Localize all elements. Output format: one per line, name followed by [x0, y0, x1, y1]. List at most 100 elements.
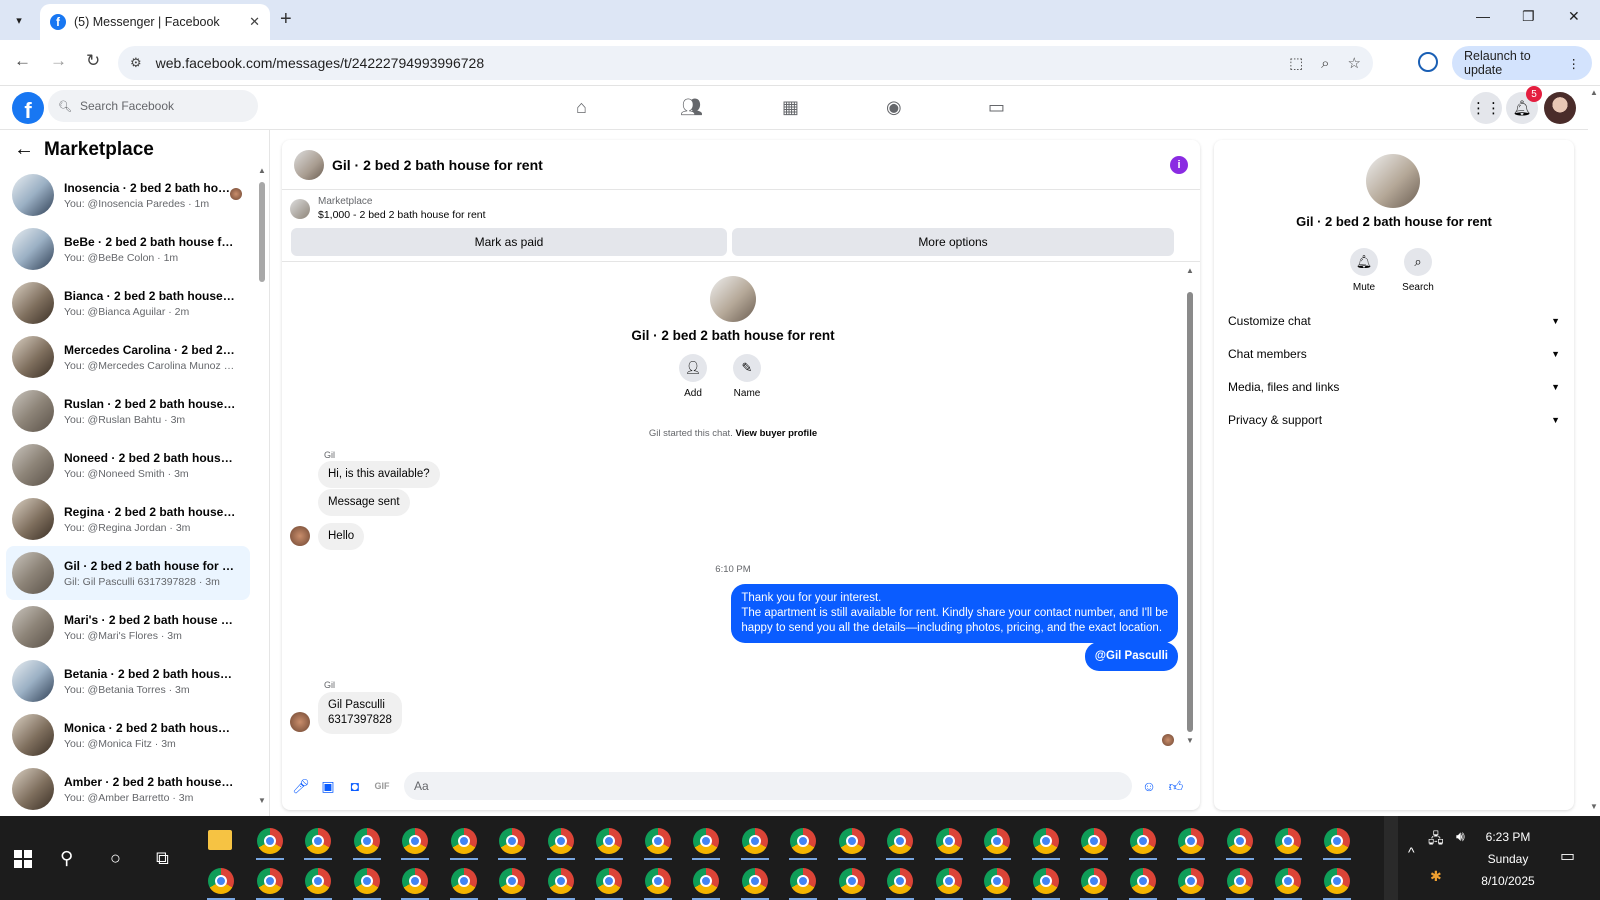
chrome-taskbar-icon[interactable]	[450, 828, 477, 854]
chat-members-item[interactable]: Chat members ▼	[1226, 337, 1562, 370]
reload-icon[interactable]: ↻	[86, 51, 100, 71]
scroll-down-icon[interactable]: ▼	[1186, 736, 1194, 745]
chrome-taskbar-icon[interactable]	[1032, 868, 1059, 894]
forward-icon[interactable]: →	[50, 51, 67, 71]
profile-icon[interactable]	[1418, 52, 1438, 72]
chrome-taskbar-icon[interactable]	[887, 828, 913, 854]
task-view-icon[interactable]: ⧉	[156, 848, 169, 869]
conversation-item-active[interactable]: Gil · 2 bed 2 bath house for rent Gil: Gi…	[6, 546, 250, 600]
gif-icon[interactable]: GIF	[371, 775, 393, 797]
chrome-taskbar-icon[interactable]	[499, 868, 525, 894]
volume-icon[interactable]: 🔊︎	[1456, 828, 1465, 845]
thumbs-up-icon[interactable]: 👍︎	[1165, 775, 1187, 797]
chrome-taskbar-icon[interactable]	[596, 828, 622, 854]
marketplace-icon[interactable]: ▦	[782, 97, 799, 118]
cortana-icon[interactable]: ○	[110, 848, 121, 869]
media-files-links-item[interactable]: Media, files and links ▼	[1226, 370, 1562, 403]
chrome-taskbar-icon[interactable]	[1081, 828, 1107, 854]
scroll-up-icon[interactable]: ▲	[258, 166, 266, 175]
chrome-taskbar-icon[interactable]	[256, 868, 283, 894]
chrome-taskbar-icon[interactable]	[887, 868, 913, 894]
outgoing-mention-message[interactable]: @Gil Pasculli	[1084, 642, 1178, 671]
info-icon[interactable]: i	[1170, 155, 1188, 174]
incoming-message[interactable]: Gil Pasculli 6317397828	[318, 692, 402, 734]
chrome-taskbar-icon[interactable]	[547, 828, 574, 854]
chrome-taskbar-icon[interactable]	[256, 828, 283, 854]
conversation-item[interactable]: Inosencia · 2 bed 2 bath house for rent Y…	[6, 168, 250, 222]
chrome-taskbar-icon[interactable]	[1275, 828, 1301, 854]
menu-grid-icon[interactable]: ⋮⋮	[1470, 92, 1502, 124]
taskbar-scrollbar[interactable]	[1384, 816, 1398, 900]
bookmark-star-icon[interactable]: ☆	[1348, 54, 1361, 72]
conversation-item[interactable]: Regina · 2 bed 2 bath house for rent You:…	[6, 492, 250, 546]
scroll-down-icon[interactable]: ▼	[1590, 802, 1598, 811]
chrome-taskbar-icon[interactable]	[1226, 828, 1253, 854]
url-text[interactable]: web.facebook.com/messages/t/242227949939…	[156, 55, 1271, 71]
chevron-up-icon[interactable]: ^	[1408, 844, 1415, 860]
chrome-taskbar-icon[interactable]	[402, 868, 428, 894]
chat-avatar[interactable]	[294, 149, 324, 180]
back-icon[interactable]: ←	[14, 51, 31, 71]
chrome-taskbar-icon[interactable]	[1032, 828, 1059, 854]
conversation-item[interactable]: Bianca · 2 bed 2 bath house for rent You:…	[6, 276, 250, 330]
chrome-taskbar-icon[interactable]	[644, 828, 671, 854]
windows-start-icon[interactable]	[14, 850, 32, 868]
sticker-icon[interactable]: ◘	[344, 775, 366, 797]
chrome-taskbar-icon[interactable]	[353, 828, 380, 854]
conversation-item[interactable]: Betania · 2 bed 2 bath house for rent You…	[6, 654, 250, 708]
chrome-taskbar-icon[interactable]	[1323, 828, 1350, 854]
chrome-taskbar-icon[interactable]	[984, 828, 1010, 854]
page-scrollbar[interactable]: ▲ ▼	[1588, 86, 1600, 816]
chrome-taskbar-icon[interactable]	[1178, 868, 1204, 894]
address-bar[interactable]: ⚙ web.facebook.com/messages/t/2422279499…	[118, 46, 1373, 80]
chrome-taskbar-icon[interactable]	[1129, 828, 1156, 854]
install-app-icon[interactable]: ⬚	[1289, 54, 1303, 72]
new-tab-icon[interactable]: +	[280, 8, 292, 30]
chrome-taskbar-icon[interactable]	[984, 868, 1010, 894]
conversation-item[interactable]: Noneed · 2 bed 2 bath house for rent You:…	[6, 438, 250, 492]
clock-day[interactable]: Sunday	[1468, 852, 1548, 866]
view-buyer-profile-link[interactable]: View buyer profile	[735, 428, 817, 439]
chrome-taskbar-icon[interactable]	[1178, 828, 1204, 854]
chrome-taskbar-icon[interactable]	[1129, 868, 1156, 894]
chrome-taskbar-icon[interactable]	[450, 868, 477, 894]
listing-info[interactable]: Marketplace $1,000 - 2 bed 2 bath house …	[290, 196, 486, 221]
chat-title[interactable]: Gil · 2 bed 2 bath house for rent	[332, 157, 1170, 173]
chrome-taskbar-icon[interactable]	[1275, 868, 1301, 894]
chrome-taskbar-icon[interactable]	[693, 868, 719, 894]
site-info-icon[interactable]: ⚙	[130, 55, 142, 71]
photo-icon[interactable]: ▣	[317, 775, 339, 797]
conversation-item[interactable]: Monica · 2 bed 2 bath house for rent You:…	[6, 708, 250, 762]
close-window-icon[interactable]: ✕	[1568, 8, 1580, 25]
scroll-down-icon[interactable]: ▼	[258, 796, 266, 805]
chrome-taskbar-icon[interactable]	[305, 868, 331, 894]
home-icon[interactable]: ⌂	[576, 97, 587, 118]
app-tray-icon[interactable]: ✱	[1430, 868, 1442, 885]
chrome-taskbar-icon[interactable]	[741, 828, 768, 854]
back-arrow-icon[interactable]: ←	[14, 138, 34, 161]
zoom-icon[interactable]: ⌕	[1321, 55, 1329, 72]
customize-chat-item[interactable]: Customize chat ▼	[1226, 304, 1562, 337]
chrome-taskbar-icon[interactable]	[838, 828, 865, 854]
tab-close-icon[interactable]: ✕	[249, 14, 260, 30]
sender-avatar[interactable]	[290, 712, 310, 732]
chrome-taskbar-icon[interactable]	[353, 868, 380, 894]
clock-date[interactable]: 8/10/2025	[1468, 874, 1548, 888]
groups-icon[interactable]: ◉	[886, 97, 902, 118]
clock-time[interactable]: 6:23 PM	[1468, 830, 1548, 844]
incoming-message[interactable]: Hi, is this available?	[318, 461, 440, 488]
chrome-taskbar-icon[interactable]	[499, 828, 525, 854]
chrome-taskbar-icon[interactable]	[935, 828, 962, 854]
friends-icon[interactable]: 👥︎	[680, 97, 703, 118]
add-button[interactable]: 👤︎ Add	[668, 354, 718, 399]
network-icon[interactable]: 🖧︎	[1428, 828, 1444, 852]
account-avatar[interactable]	[1544, 92, 1576, 124]
chrome-taskbar-icon[interactable]	[1323, 868, 1350, 894]
chrome-taskbar-icon[interactable]	[838, 868, 865, 894]
facebook-search-input[interactable]: 🔍︎ Search Facebook	[48, 90, 258, 122]
conversation-item[interactable]: BeBe · 2 bed 2 bath house for rent You: @…	[6, 222, 250, 276]
chrome-taskbar-icon[interactable]	[547, 868, 574, 894]
facebook-logo-icon[interactable]: f	[12, 92, 44, 124]
incoming-message[interactable]: Hello	[318, 523, 365, 550]
emoji-icon[interactable]: ☺	[1138, 775, 1160, 797]
